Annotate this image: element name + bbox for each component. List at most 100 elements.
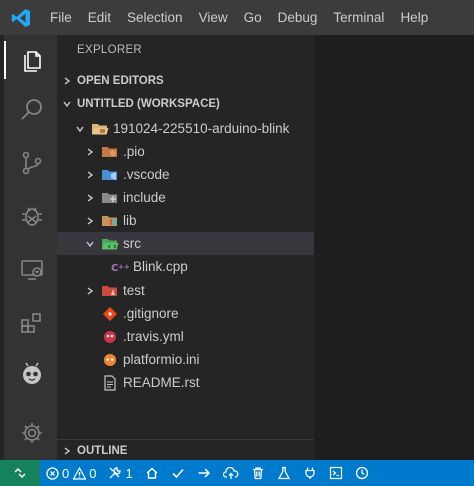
svg-text:++: ++ (118, 263, 129, 271)
menu-file[interactable]: File (42, 0, 80, 35)
menu-go[interactable]: Go (236, 0, 270, 35)
git-file-icon (101, 305, 119, 323)
chevron-down-icon (83, 239, 97, 249)
tree-item-test[interactable]: test (57, 279, 314, 302)
tree-item-readme[interactable]: README.rst (57, 371, 314, 394)
chevron-right-icon (57, 76, 77, 86)
folder-open-icon (91, 120, 109, 138)
tasks-indicator[interactable]: 1 (102, 460, 138, 486)
pio-clean-button[interactable] (245, 460, 271, 486)
folder-test-icon (101, 282, 119, 300)
chevron-right-icon (57, 446, 77, 456)
folder-src-icon (101, 235, 119, 253)
tree-item-pio[interactable]: .pio (57, 140, 314, 163)
folder-pio-icon (101, 143, 119, 161)
tree-item-label: 191024-225510-arduino-blink (113, 121, 290, 136)
tree-item-label: Blink.cpp (133, 259, 188, 274)
text-file-icon (101, 374, 119, 392)
error-count: 0 (62, 465, 70, 481)
chevron-right-icon (83, 193, 97, 203)
tree-item-label: .gitignore (123, 306, 179, 321)
arrow-right-icon (198, 468, 210, 478)
extensions-icon[interactable] (8, 300, 56, 346)
open-editors-label: OPEN EDITORS (77, 75, 164, 87)
tree-item-blink-cpp[interactable]: C ++ Blink.cpp (57, 255, 314, 278)
menu-terminal[interactable]: Terminal (325, 0, 392, 35)
chevron-right-icon (83, 286, 97, 296)
open-editors-header[interactable]: OPEN EDITORS (57, 70, 314, 92)
pio-test-button[interactable] (271, 460, 297, 486)
chevron-down-icon (73, 124, 87, 134)
folder-include-icon (101, 189, 119, 207)
platformio-file-icon (101, 351, 119, 369)
menu-view[interactable]: View (191, 0, 236, 35)
menu-selection[interactable]: Selection (119, 0, 191, 35)
menu-debug[interactable]: Debug (270, 0, 326, 35)
menu-edit[interactable]: Edit (80, 0, 119, 35)
source-control-icon[interactable] (8, 140, 56, 186)
pio-serial-monitor-button[interactable] (297, 460, 323, 486)
editor-area[interactable] (314, 35, 474, 460)
tree-item-vscode[interactable]: .vscode (57, 163, 314, 186)
clock-icon (355, 466, 368, 480)
tree-item-label: .travis.yml (123, 329, 184, 344)
tree-item-label: .vscode (123, 167, 170, 182)
outline-label: OUTLINE (77, 444, 128, 457)
folder-lib-icon (101, 212, 119, 230)
tree-item-label: lib (123, 213, 137, 228)
tools-icon (109, 467, 122, 479)
pio-upload-button[interactable] (191, 460, 217, 486)
tree-item-label: include (123, 190, 166, 205)
explorer-panel: EXPLORER OPEN EDITORS UNTITLED (WORKSPAC… (57, 35, 314, 460)
flask-icon (277, 466, 290, 480)
menu-bar: File Edit Selection View Go Debug Termin… (42, 0, 436, 35)
vscode-logo-icon (0, 0, 42, 35)
title-bar: File Edit Selection View Go Debug Termin… (0, 0, 474, 35)
trash-icon (252, 467, 263, 480)
tree-item-gitignore[interactable]: .gitignore (57, 302, 314, 325)
chevron-down-icon (57, 99, 77, 109)
tree-item-label: README.rst (123, 375, 200, 390)
warning-icon (73, 466, 87, 480)
workspace-label: UNTITLED (WORKSPACE) (77, 98, 220, 110)
problems-indicator[interactable]: 0 0 (40, 460, 102, 486)
chevron-right-icon (83, 147, 97, 157)
error-icon (46, 466, 59, 480)
outline-header[interactable]: OUTLINE (57, 439, 314, 461)
tree-item-src[interactable]: src (57, 232, 314, 255)
pio-remote-upload-button[interactable] (217, 460, 245, 486)
pio-home-button[interactable] (139, 460, 165, 486)
remote-explorer-icon[interactable] (8, 247, 56, 293)
pio-build-button[interactable] (165, 460, 191, 486)
search-icon[interactable] (8, 87, 56, 133)
status-bar: 0 0 1 (0, 460, 474, 486)
tree-item-label: platformio.ini (123, 352, 200, 367)
chevron-right-icon (83, 170, 97, 180)
clock-button[interactable] (349, 460, 375, 486)
tree-item-label: src (123, 236, 141, 251)
folder-vscode-icon (101, 166, 119, 184)
workspace-header[interactable]: UNTITLED (WORKSPACE) (57, 93, 314, 115)
remote-indicator-icon[interactable] (0, 460, 40, 486)
tree-item-platformio-ini[interactable]: platformio.ini (57, 348, 314, 371)
menu-help[interactable]: Help (392, 0, 436, 35)
cpp-file-icon: C ++ (111, 258, 129, 276)
debug-icon[interactable] (8, 193, 56, 239)
settings-gear-icon[interactable] (8, 410, 56, 456)
home-icon (146, 467, 158, 479)
tree-item-travis[interactable]: .travis.yml (57, 325, 314, 348)
terminal-icon (329, 466, 342, 480)
pio-terminal-button[interactable] (323, 460, 349, 486)
explorer-title: EXPLORER (77, 44, 143, 56)
activity-bar (0, 35, 57, 460)
explorer-icon[interactable] (4, 37, 56, 83)
cloud-upload-icon (222, 466, 239, 479)
check-icon (172, 468, 184, 479)
platformio-icon[interactable] (8, 352, 56, 398)
tree-item-label: test (123, 283, 145, 298)
warning-count: 0 (89, 465, 97, 481)
tree-item-include[interactable]: include (57, 186, 314, 209)
tree-item-project[interactable]: 191024-225510-arduino-blink (57, 117, 314, 140)
travis-file-icon (101, 328, 119, 346)
tree-item-lib[interactable]: lib (57, 209, 314, 232)
